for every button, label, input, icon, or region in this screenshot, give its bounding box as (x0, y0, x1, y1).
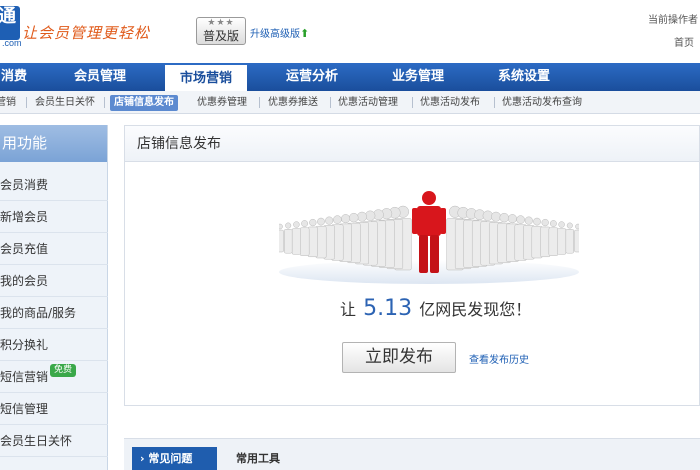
sub-nav-divider (104, 97, 105, 108)
sidebar: 用功能 会员消费 新增会员 会员充值 我的会员 我的商品/服务 积分换礼 短信营… (0, 125, 108, 470)
sidebar-item-points-exchange[interactable]: 积分换礼 (0, 329, 108, 361)
current-operator-label: 当前操作者 (648, 15, 698, 26)
free-badge: 免费 (50, 364, 77, 377)
brand-logo-domain: .com (2, 38, 22, 48)
person-figure-icon (279, 223, 284, 253)
sidebar-item-label: 短信营销 (0, 370, 49, 384)
reach-headline: 让 5.13 亿网民发现您！ (340, 296, 531, 321)
sub-nav-promo-publish[interactable]: 优惠活动发布 (420, 95, 480, 111)
headline-prefix: 让 (340, 300, 357, 319)
person-figure-icon (291, 221, 301, 255)
sub-nav-promo-publish-query[interactable]: 优惠活动发布查询 (502, 95, 582, 111)
home-link[interactable]: 首页 (674, 34, 694, 49)
sidebar-item-label: 我的商品/服务 (0, 306, 77, 320)
sub-nav-marketing[interactable]: 营销 (0, 95, 16, 111)
panel-title: 店铺信息发布 (125, 126, 699, 162)
sidebar-item-member-recharge[interactable]: 会员充值 (0, 233, 108, 265)
sub-nav: 营销 会员生日关怀 店铺信息发布 优惠券管理 优惠券推送 优惠活动管理 优惠活动… (0, 91, 700, 114)
crowd-figures-left (279, 205, 412, 271)
sub-nav-divider (26, 97, 27, 108)
edition-badge: ★★★ 普及版 (196, 17, 246, 45)
tab-common-tools[interactable]: 常用工具 (236, 447, 280, 470)
sidebar-item-new-member[interactable]: 新增会员 (0, 201, 108, 233)
main-nav-marketing[interactable]: 市场营销 (165, 63, 247, 91)
sidebar-item-my-members[interactable]: 我的会员 (0, 265, 108, 297)
store-info-panel: 店铺信息发布 让 5.13 亿网民发现您！ 立即发布 查看发布历史 (124, 125, 700, 406)
publish-now-button[interactable]: 立即发布 (342, 342, 456, 373)
sidebar-item-label: 会员消费 (0, 178, 49, 192)
person-figure-icon (565, 222, 575, 254)
sidebar-item-label: 短信管理 (0, 402, 49, 416)
sub-nav-divider (494, 97, 495, 108)
sub-nav-divider (412, 97, 413, 108)
brand-logo[interactable]: 通 (0, 6, 20, 40)
view-publish-history-link[interactable]: 查看发布历史 (469, 351, 529, 366)
edition-label: 普及版 (202, 29, 239, 43)
person-figure-icon (299, 220, 310, 256)
sub-nav-promo-management[interactable]: 优惠活动管理 (338, 95, 398, 111)
person-figure-icon (557, 221, 567, 255)
main-nav-consume[interactable]: 消费 (0, 63, 34, 91)
sidebar-item-birthday-care[interactable]: 会员生日关怀 (0, 425, 108, 457)
brand-slogan: 让会员管理更轻松 (22, 24, 151, 42)
arrow-up-icon: ⬆ (300, 27, 310, 40)
sidebar-item-label: 会员生日关怀 (0, 434, 73, 448)
sub-nav-divider (330, 97, 331, 108)
sub-nav-store-info-publish[interactable]: 店铺信息发布 (110, 95, 178, 111)
main-nav-operation-analysis[interactable]: 运营分析 (272, 63, 352, 91)
sub-nav-divider (259, 97, 260, 108)
sidebar-item-my-products[interactable]: 我的商品/服务 (0, 297, 108, 329)
headline-suffix: 亿网民发现您！ (419, 300, 532, 319)
sidebar-item-sms-management[interactable]: 短信管理 (0, 393, 108, 425)
sidebar-item-label: 会员充值 (0, 242, 49, 256)
person-figure-icon (283, 222, 293, 254)
sidebar-item-label: 新增会员 (0, 210, 49, 224)
tab-faq[interactable]: › 常见问题 (132, 447, 217, 470)
sidebar-item-label: 积分换礼 (0, 338, 49, 352)
header: 通 .com 让会员管理更轻松 ★★★ 普及版 升级高级版⬆ 当前操作者 首页 (0, 0, 700, 60)
sidebar-item-member-consume[interactable]: 会员消费 (0, 169, 108, 201)
crowd-illustration (279, 191, 579, 284)
crowd-floor-shadow (279, 260, 579, 284)
upgrade-label[interactable]: 升级高级版 (250, 29, 300, 40)
star-rating-icon: ★★★ (207, 18, 235, 28)
headline-number: 5.13 (363, 296, 413, 321)
person-figure-icon (574, 223, 579, 253)
sidebar-item-sms-marketing[interactable]: 短信营销 免费 (0, 361, 108, 393)
bottom-tabs: › 常见问题 常用工具 (124, 438, 700, 470)
main-nav-member-management[interactable]: 会员管理 (60, 63, 140, 91)
upgrade-link[interactable]: 升级高级版⬆ (250, 25, 309, 40)
sidebar-item-label: 我的会员 (0, 274, 49, 288)
main-nav-business-management[interactable]: 业务管理 (378, 63, 458, 91)
sub-nav-coupon-push[interactable]: 优惠券推送 (268, 95, 318, 111)
person-figure-icon (548, 220, 559, 256)
sidebar-title: 用功能 (0, 125, 107, 162)
crowd-figures-right (446, 205, 579, 271)
sub-nav-coupon-management[interactable]: 优惠券管理 (197, 95, 247, 111)
sub-nav-birthday-care[interactable]: 会员生日关怀 (35, 95, 95, 111)
main-nav-system-settings[interactable]: 系统设置 (484, 63, 564, 91)
main-nav: 消费 会员管理 市场营销 运营分析 业务管理 系统设置 (0, 63, 700, 91)
